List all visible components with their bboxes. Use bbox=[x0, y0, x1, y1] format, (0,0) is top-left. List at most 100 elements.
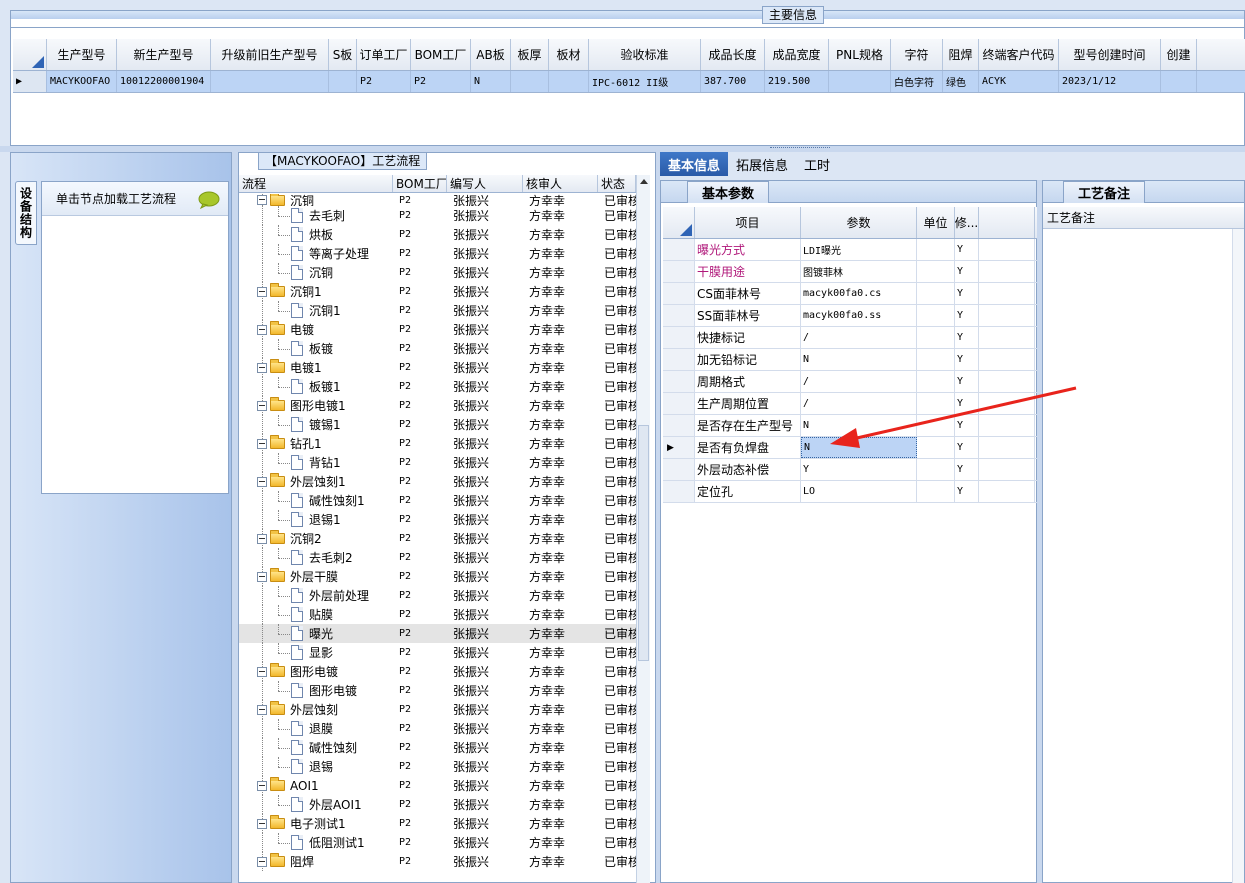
tab-equipment-structure[interactable]: 设备结构 bbox=[15, 181, 37, 245]
param-item[interactable]: 干膜用途 bbox=[695, 261, 801, 282]
column-modifiable[interactable]: 修... bbox=[955, 207, 979, 238]
tree-step-row[interactable]: 曝光 P2 张振兴 方幸幸 已审核 bbox=[239, 624, 636, 643]
param-unit[interactable] bbox=[917, 393, 955, 414]
main-info-column[interactable]: 板厚 bbox=[511, 39, 549, 70]
param-modifiable[interactable]: Y bbox=[955, 327, 979, 348]
main-info-cell[interactable]: 387.700 bbox=[701, 71, 765, 92]
param-value[interactable]: macyk00fa0.ss bbox=[801, 305, 917, 326]
tree-group-row[interactable]: 电镀 P2 张振兴 方幸幸 已审核 bbox=[239, 320, 636, 339]
tree-step-row[interactable]: 退锡1 P2 张振兴 方幸幸 已审核 bbox=[239, 510, 636, 529]
param-unit[interactable] bbox=[917, 371, 955, 392]
tab-work-hours[interactable]: 工时 bbox=[796, 152, 838, 176]
tab-basic-params[interactable]: 基本参数 bbox=[687, 181, 770, 203]
collapse-toggle-icon[interactable] bbox=[257, 400, 267, 411]
param-item[interactable]: 加无铅标记 bbox=[695, 349, 801, 370]
tree-step-row[interactable]: 外层前处理 P2 张振兴 方幸幸 已审核 bbox=[239, 586, 636, 605]
param-value[interactable]: / bbox=[801, 393, 917, 414]
param-row[interactable]: 加无铅标记 N Y bbox=[663, 349, 1037, 371]
main-info-cell[interactable]: 白色字符 bbox=[891, 71, 943, 92]
param-unit[interactable] bbox=[917, 481, 955, 502]
main-info-cell[interactable]: P2 bbox=[411, 71, 471, 92]
tab-basic-info[interactable]: 基本信息 bbox=[660, 152, 729, 176]
tree-step-row[interactable]: 退锡 P2 张振兴 方幸幸 已审核 bbox=[239, 757, 636, 776]
main-info-column[interactable]: 阻焊 bbox=[943, 39, 979, 70]
collapse-toggle-icon[interactable] bbox=[257, 533, 267, 544]
splitter-grip[interactable] bbox=[770, 147, 830, 151]
tab-extended-info[interactable]: 拓展信息 bbox=[728, 152, 796, 176]
param-unit[interactable] bbox=[917, 305, 955, 326]
process-column[interactable]: 核审人 bbox=[523, 175, 598, 192]
tree-group-row[interactable]: 图形电镀 P2 张振兴 方幸幸 已审核 bbox=[239, 662, 636, 681]
process-notes-column[interactable]: 工艺备注 bbox=[1043, 207, 1244, 229]
param-row[interactable]: 是否存在生产型号 N Y bbox=[663, 415, 1037, 437]
main-info-cell[interactable]: IPC-6012 II级 bbox=[589, 71, 701, 92]
param-item[interactable]: 曝光方式 bbox=[695, 239, 801, 260]
collapse-toggle-icon[interactable] bbox=[257, 818, 267, 829]
process-column[interactable]: 流程 bbox=[239, 175, 393, 192]
tree-step-row[interactable]: 显影 P2 张振兴 方幸幸 已审核 bbox=[239, 643, 636, 662]
column-value[interactable]: 参数 bbox=[801, 207, 917, 238]
collapse-toggle-icon[interactable] bbox=[257, 324, 267, 335]
param-unit[interactable] bbox=[917, 327, 955, 348]
param-row[interactable]: 快捷标记 / Y bbox=[663, 327, 1037, 349]
collapse-toggle-icon[interactable] bbox=[257, 666, 267, 677]
tree-step-row[interactable]: 低阻测试1 P2 张振兴 方幸幸 已审核 bbox=[239, 833, 636, 852]
param-row[interactable]: CS面菲林号 macyk00fa0.cs Y bbox=[663, 283, 1037, 305]
main-info-cell[interactable] bbox=[1161, 71, 1197, 92]
main-info-column[interactable]: 成品宽度 bbox=[765, 39, 829, 70]
main-info-cell[interactable]: 219.500 bbox=[765, 71, 829, 92]
param-unit[interactable] bbox=[917, 283, 955, 304]
param-modifiable[interactable]: Y bbox=[955, 437, 979, 458]
notes-scrollbar[interactable] bbox=[1232, 229, 1244, 883]
param-row[interactable]: 干膜用途 图镀菲林 Y bbox=[663, 261, 1037, 283]
tree-group-row[interactable]: 外层干膜 P2 张振兴 方幸幸 已审核 bbox=[239, 567, 636, 586]
main-info-column[interactable]: 新生产型号 bbox=[117, 39, 211, 70]
tree-step-row[interactable]: 图形电镀 P2 张振兴 方幸幸 已审核 bbox=[239, 681, 636, 700]
param-value[interactable]: N bbox=[801, 415, 917, 436]
param-value[interactable]: macyk00fa0.cs bbox=[801, 283, 917, 304]
main-info-cell[interactable] bbox=[329, 71, 357, 92]
param-modifiable[interactable]: Y bbox=[955, 349, 979, 370]
tree-step-row[interactable]: 外层AOI1 P2 张振兴 方幸幸 已审核 bbox=[239, 795, 636, 814]
main-info-cell[interactable] bbox=[511, 71, 549, 92]
tree-group-row[interactable]: 沉铜2 P2 张振兴 方幸幸 已审核 bbox=[239, 529, 636, 548]
process-column[interactable]: 状态 bbox=[598, 175, 636, 192]
param-unit[interactable] bbox=[917, 415, 955, 436]
tree-step-row[interactable]: 镀锡1 P2 张振兴 方幸幸 已审核 bbox=[239, 415, 636, 434]
main-info-column[interactable]: PNL规格 bbox=[829, 39, 891, 70]
main-info-column[interactable]: BOM工厂 bbox=[411, 39, 471, 70]
main-info-cell[interactable] bbox=[829, 71, 891, 92]
main-info-cell[interactable]: N bbox=[471, 71, 511, 92]
main-info-column[interactable]: 订单工厂 bbox=[357, 39, 411, 70]
collapse-toggle-icon[interactable] bbox=[257, 286, 267, 297]
tree-step-row[interactable]: 板镀1 P2 张振兴 方幸幸 已审核 bbox=[239, 377, 636, 396]
param-row[interactable]: 周期格式 / Y bbox=[663, 371, 1037, 393]
scroll-up-icon[interactable] bbox=[640, 179, 648, 184]
main-info-cell[interactable]: MACYKOOFAO bbox=[47, 71, 117, 92]
main-info-column[interactable]: 验收标准 bbox=[589, 39, 701, 70]
collapse-toggle-icon[interactable] bbox=[257, 780, 267, 791]
main-info-column[interactable]: 字符 bbox=[891, 39, 943, 70]
param-item[interactable]: 快捷标记 bbox=[695, 327, 801, 348]
tree-step-row[interactable]: 板镀 P2 张振兴 方幸幸 已审核 bbox=[239, 339, 636, 358]
tree-step-row[interactable]: 碱性蚀刻1 P2 张振兴 方幸幸 已审核 bbox=[239, 491, 636, 510]
param-value[interactable]: LDI曝光 bbox=[801, 239, 917, 260]
param-value[interactable]: N bbox=[801, 437, 917, 458]
param-modifiable[interactable]: Y bbox=[955, 371, 979, 392]
column-item[interactable]: 项目 bbox=[695, 207, 801, 238]
main-info-cell[interactable]: 绿色 bbox=[943, 71, 979, 92]
process-column[interactable]: BOM工厂 bbox=[393, 175, 447, 192]
param-modifiable[interactable]: Y bbox=[955, 459, 979, 480]
main-info-data-row[interactable]: ▶ MACYKOOFAO 10012200001904 P2 P2 N IPC-6012 I… bbox=[13, 71, 1245, 93]
main-info-cell[interactable]: ACYK bbox=[979, 71, 1059, 92]
param-row[interactable]: ▶ 是否有负焊盘 N Y bbox=[663, 437, 1037, 459]
param-modifiable[interactable]: Y bbox=[955, 261, 979, 282]
collapse-toggle-icon[interactable] bbox=[257, 856, 267, 867]
param-unit[interactable] bbox=[917, 261, 955, 282]
tree-group-row[interactable]: 图形电镀1 P2 张振兴 方幸幸 已审核 bbox=[239, 396, 636, 415]
tree-step-row[interactable]: 等离子处理 P2 张振兴 方幸幸 已审核 bbox=[239, 244, 636, 263]
param-modifiable[interactable]: Y bbox=[955, 415, 979, 436]
collapse-toggle-icon[interactable] bbox=[257, 362, 267, 373]
main-info-column[interactable]: 板材 bbox=[549, 39, 589, 70]
main-info-cell[interactable] bbox=[211, 71, 329, 92]
